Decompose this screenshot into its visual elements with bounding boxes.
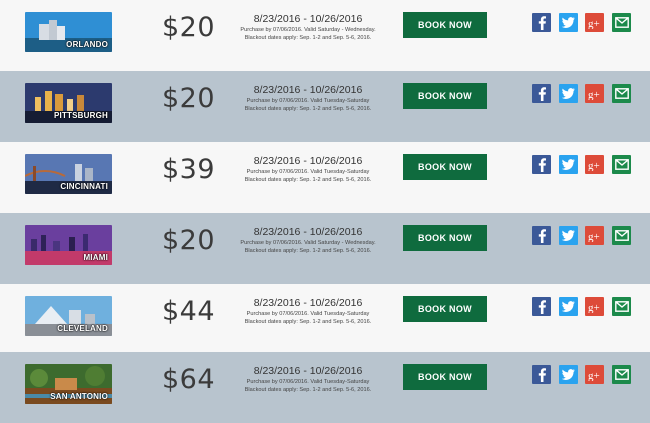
email-icon bbox=[614, 17, 629, 28]
twitter-icon bbox=[562, 369, 575, 380]
fare-terms: Purchase by 07/06/2016. Valid Tuesday-Sa… bbox=[244, 169, 372, 184]
share-google-plus-button[interactable]: g+ bbox=[585, 13, 604, 32]
city-label: PITTSBURGH bbox=[54, 111, 108, 120]
travel-dates: 8/23/2016 - 10/26/2016 bbox=[253, 155, 363, 167]
city-label: CLEVELAND bbox=[57, 324, 108, 333]
twitter-icon bbox=[562, 17, 575, 28]
share-google-plus-button[interactable]: g+ bbox=[585, 155, 604, 174]
svg-text:g+: g+ bbox=[588, 89, 600, 100]
google-plus-icon: g+ bbox=[588, 18, 600, 29]
price: $64 bbox=[162, 364, 216, 395]
city-thumbnail[interactable]: CINCINNATI bbox=[25, 154, 112, 194]
share-email-button[interactable] bbox=[612, 297, 631, 316]
svg-text:g+: g+ bbox=[588, 370, 600, 381]
deals-list: ORLANDO $20 8/23/2016 - 10/26/2016 Purch… bbox=[0, 0, 650, 423]
share-email-button[interactable] bbox=[612, 226, 631, 245]
fare-terms: Purchase by 07/06/2016. Valid Saturday -… bbox=[240, 240, 376, 255]
deal-row-miami: MIAMI $20 8/23/2016 - 10/26/2016 Purchas… bbox=[0, 213, 650, 284]
fare-terms: Purchase by 07/06/2016. Valid Saturday -… bbox=[240, 27, 376, 42]
email-icon bbox=[614, 88, 629, 99]
price: $20 bbox=[162, 225, 216, 256]
city-label: ORLANDO bbox=[66, 40, 108, 49]
deal-row-cincinnati: CINCINNATI $39 8/23/2016 - 10/26/2016 Pu… bbox=[0, 142, 650, 213]
google-plus-icon: g+ bbox=[588, 89, 600, 100]
book-now-button[interactable]: BOOK NOW bbox=[403, 83, 487, 109]
facebook-icon bbox=[538, 299, 546, 314]
city-label: SAN ANTONIO bbox=[50, 392, 108, 401]
twitter-icon bbox=[562, 230, 575, 241]
share-facebook-button[interactable] bbox=[532, 365, 551, 384]
deal-row-orlando: ORLANDO $20 8/23/2016 - 10/26/2016 Purch… bbox=[0, 0, 650, 71]
price: $20 bbox=[162, 83, 216, 114]
facebook-icon bbox=[538, 367, 546, 382]
deal-row-pittsburgh: PITTSBURGH $20 8/23/2016 - 10/26/2016 Pu… bbox=[0, 71, 650, 142]
travel-dates: 8/23/2016 - 10/26/2016 bbox=[253, 84, 363, 96]
book-now-button[interactable]: BOOK NOW bbox=[403, 225, 487, 251]
share-facebook-button[interactable] bbox=[532, 226, 551, 245]
travel-dates: 8/23/2016 - 10/26/2016 bbox=[253, 226, 363, 238]
price: $44 bbox=[162, 296, 216, 327]
price: $20 bbox=[162, 12, 216, 43]
share-google-plus-button[interactable]: g+ bbox=[585, 365, 604, 384]
price: $39 bbox=[162, 154, 216, 185]
facebook-icon bbox=[538, 15, 546, 30]
email-icon bbox=[614, 369, 629, 380]
book-now-button[interactable]: BOOK NOW bbox=[403, 12, 487, 38]
share-twitter-button[interactable] bbox=[559, 13, 578, 32]
share-email-button[interactable] bbox=[612, 155, 631, 174]
book-now-button[interactable]: BOOK NOW bbox=[403, 364, 487, 390]
share-facebook-button[interactable] bbox=[532, 297, 551, 316]
city-thumbnail[interactable]: CLEVELAND bbox=[25, 296, 112, 336]
share-facebook-button[interactable] bbox=[532, 13, 551, 32]
svg-text:g+: g+ bbox=[588, 18, 600, 29]
travel-dates: 8/23/2016 - 10/26/2016 bbox=[253, 13, 363, 25]
share-twitter-button[interactable] bbox=[559, 226, 578, 245]
share-google-plus-button[interactable]: g+ bbox=[585, 297, 604, 316]
travel-dates: 8/23/2016 - 10/26/2016 bbox=[253, 365, 363, 377]
share-google-plus-button[interactable]: g+ bbox=[585, 226, 604, 245]
share-facebook-button[interactable] bbox=[532, 84, 551, 103]
fare-terms: Purchase by 07/06/2016. Valid Tuesday-Sa… bbox=[244, 379, 372, 394]
twitter-icon bbox=[562, 301, 575, 312]
svg-text:g+: g+ bbox=[588, 231, 600, 242]
share-google-plus-button[interactable]: g+ bbox=[585, 84, 604, 103]
email-icon bbox=[614, 301, 629, 312]
share-twitter-button[interactable] bbox=[559, 297, 578, 316]
city-thumbnail[interactable]: MIAMI bbox=[25, 225, 112, 265]
google-plus-icon: g+ bbox=[588, 302, 600, 313]
svg-text:g+: g+ bbox=[588, 160, 600, 171]
facebook-icon bbox=[538, 86, 546, 101]
share-twitter-button[interactable] bbox=[559, 365, 578, 384]
fare-terms: Purchase by 07/06/2016. Valid Tuesday-Sa… bbox=[244, 98, 372, 113]
svg-text:g+: g+ bbox=[588, 302, 600, 313]
city-thumbnail[interactable]: ORLANDO bbox=[25, 12, 112, 52]
city-thumbnail[interactable]: SAN ANTONIO bbox=[25, 364, 112, 404]
facebook-icon bbox=[538, 228, 546, 243]
email-icon bbox=[614, 230, 629, 241]
city-thumbnail[interactable]: PITTSBURGH bbox=[25, 83, 112, 123]
travel-dates: 8/23/2016 - 10/26/2016 bbox=[253, 297, 363, 309]
share-twitter-button[interactable] bbox=[559, 155, 578, 174]
email-icon bbox=[614, 159, 629, 170]
deal-row-san-antonio: SAN ANTONIO $64 8/23/2016 - 10/26/2016 P… bbox=[0, 352, 650, 423]
twitter-icon bbox=[562, 88, 575, 99]
google-plus-icon: g+ bbox=[588, 370, 600, 381]
facebook-icon bbox=[538, 157, 546, 172]
share-facebook-button[interactable] bbox=[532, 155, 551, 174]
share-email-button[interactable] bbox=[612, 84, 631, 103]
share-email-button[interactable] bbox=[612, 365, 631, 384]
city-label: CINCINNATI bbox=[60, 182, 108, 191]
book-now-button[interactable]: BOOK NOW bbox=[403, 154, 487, 180]
deal-row-cleveland: CLEVELAND $44 8/23/2016 - 10/26/2016 Pur… bbox=[0, 284, 650, 355]
twitter-icon bbox=[562, 159, 575, 170]
book-now-button[interactable]: BOOK NOW bbox=[403, 296, 487, 322]
google-plus-icon: g+ bbox=[588, 160, 600, 171]
fare-terms: Purchase by 07/06/2016. Valid Tuesday-Sa… bbox=[244, 311, 372, 326]
google-plus-icon: g+ bbox=[588, 231, 600, 242]
share-email-button[interactable] bbox=[612, 13, 631, 32]
city-label: MIAMI bbox=[83, 253, 108, 262]
share-twitter-button[interactable] bbox=[559, 84, 578, 103]
